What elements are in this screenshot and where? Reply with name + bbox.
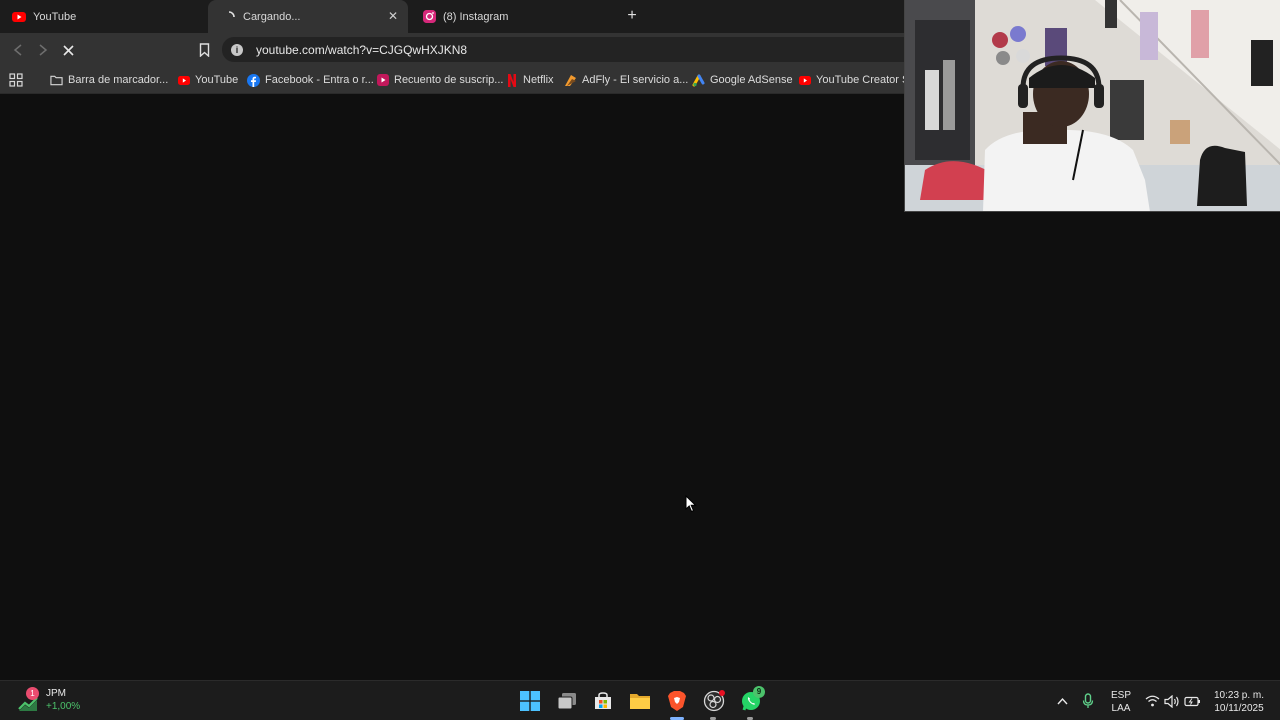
forward-button[interactable]	[34, 41, 52, 59]
youtube-studio-icon	[376, 74, 389, 87]
bookmark-folder[interactable]: Barra de marcador...	[50, 72, 168, 88]
folder-icon	[50, 74, 63, 87]
bookmarks-bar: Barra de marcador... YouTube Facebook - …	[0, 66, 922, 94]
bookmark-label: Facebook - Entra o r...	[265, 74, 374, 86]
address-bar[interactable]: i youtube.com/watch?v=CJGQwHXJKN8	[222, 37, 905, 62]
bookmark-adsense[interactable]: Google AdSense	[692, 72, 793, 88]
stock-text: JPM +1,00%	[46, 687, 80, 713]
mouse-cursor-icon	[685, 494, 697, 513]
system-clock[interactable]: 10:23 p. m. 10/11/2025	[1208, 689, 1270, 715]
obs-studio-icon[interactable]	[701, 688, 727, 714]
bookmark-recuento[interactable]: Recuento de suscrip...	[376, 72, 503, 88]
stock-symbol: JPM	[46, 688, 66, 699]
adfly-icon	[564, 74, 577, 87]
windows-start-button[interactable]	[517, 688, 543, 714]
bookmark-facebook[interactable]: Facebook - Entra o r...	[247, 72, 374, 88]
youtube-icon	[177, 74, 190, 87]
tab-youtube[interactable]: YouTube	[12, 0, 202, 33]
bookmark-label: AdFly - El servicio a...	[582, 74, 689, 86]
whatsapp-icon[interactable]: 9	[738, 686, 765, 714]
bookmark-label: YouTube	[195, 74, 239, 86]
whatsapp-badge: 9	[753, 686, 765, 698]
stock-chart-icon: 1	[18, 687, 39, 713]
tab-title: Cargando...	[243, 10, 301, 23]
brave-browser-icon[interactable]	[664, 688, 690, 714]
close-tab-icon[interactable]: ✕	[386, 9, 400, 23]
adsense-icon	[692, 74, 705, 87]
bookmark-label: Recuento de suscrip...	[394, 74, 504, 86]
clock-time: 10:23 p. m.	[1213, 690, 1265, 701]
bookmark-label: Netflix	[523, 74, 554, 86]
notification-badge: 1	[26, 687, 39, 700]
file-explorer-icon[interactable]	[627, 688, 653, 714]
taskbar: 1 JPM +1,00% 9 ESP LAA 10:23 p. m. 10/11…	[0, 680, 1280, 720]
tab-title: YouTube	[33, 10, 77, 23]
bookmark-label: Barra de marcador...	[68, 74, 169, 86]
language-code: ESP	[1110, 690, 1131, 701]
bookmark-icon[interactable]	[195, 41, 213, 59]
webcam-overlay	[904, 0, 1280, 212]
keyboard-layout: LAA	[1111, 703, 1131, 714]
loading-spinner-icon	[222, 10, 236, 24]
netflix-icon	[505, 73, 518, 87]
bookmark-youtube[interactable]: YouTube	[177, 72, 238, 88]
bookmark-netflix[interactable]: Netflix	[505, 72, 554, 88]
tab-title: (8) Instagram	[443, 10, 509, 23]
battery-icon[interactable]	[1179, 688, 1205, 714]
facebook-icon	[247, 73, 260, 87]
back-button[interactable]	[9, 41, 27, 59]
bookmark-adfly[interactable]: AdFly - El servicio a...	[564, 72, 688, 88]
tab-strip: YouTube Cargando... ✕ (8) Instagram +	[0, 0, 905, 33]
new-tab-button[interactable]: +	[624, 8, 640, 24]
microphone-icon[interactable]	[1075, 688, 1101, 714]
youtube-icon	[798, 74, 811, 87]
stop-loading-button[interactable]	[59, 41, 77, 59]
instagram-icon	[422, 10, 436, 24]
task-view-icon[interactable]	[554, 688, 580, 714]
tab-instagram[interactable]: (8) Instagram	[422, 0, 612, 33]
input-language-indicator[interactable]: ESP LAA	[1106, 689, 1136, 715]
microsoft-store-icon[interactable]	[590, 688, 616, 714]
apps-grid-icon[interactable]	[9, 72, 23, 88]
clock-date: 10/11/2025	[1214, 703, 1264, 714]
toolbar: i youtube.com/watch?v=CJGQwHXJKN8	[0, 33, 905, 66]
stock-widget[interactable]: 1 JPM +1,00%	[18, 687, 80, 713]
tab-loading[interactable]: Cargando... ✕	[208, 0, 408, 33]
stock-change: +1,00%	[46, 701, 81, 712]
site-info-icon[interactable]: i	[231, 43, 243, 56]
bookmark-label: Google AdSense	[710, 74, 793, 86]
url-text: youtube.com/watch?v=CJGQwHXJKN8	[256, 42, 468, 57]
youtube-icon	[12, 10, 26, 24]
show-hidden-icons-chevron-icon[interactable]	[1049, 688, 1075, 714]
